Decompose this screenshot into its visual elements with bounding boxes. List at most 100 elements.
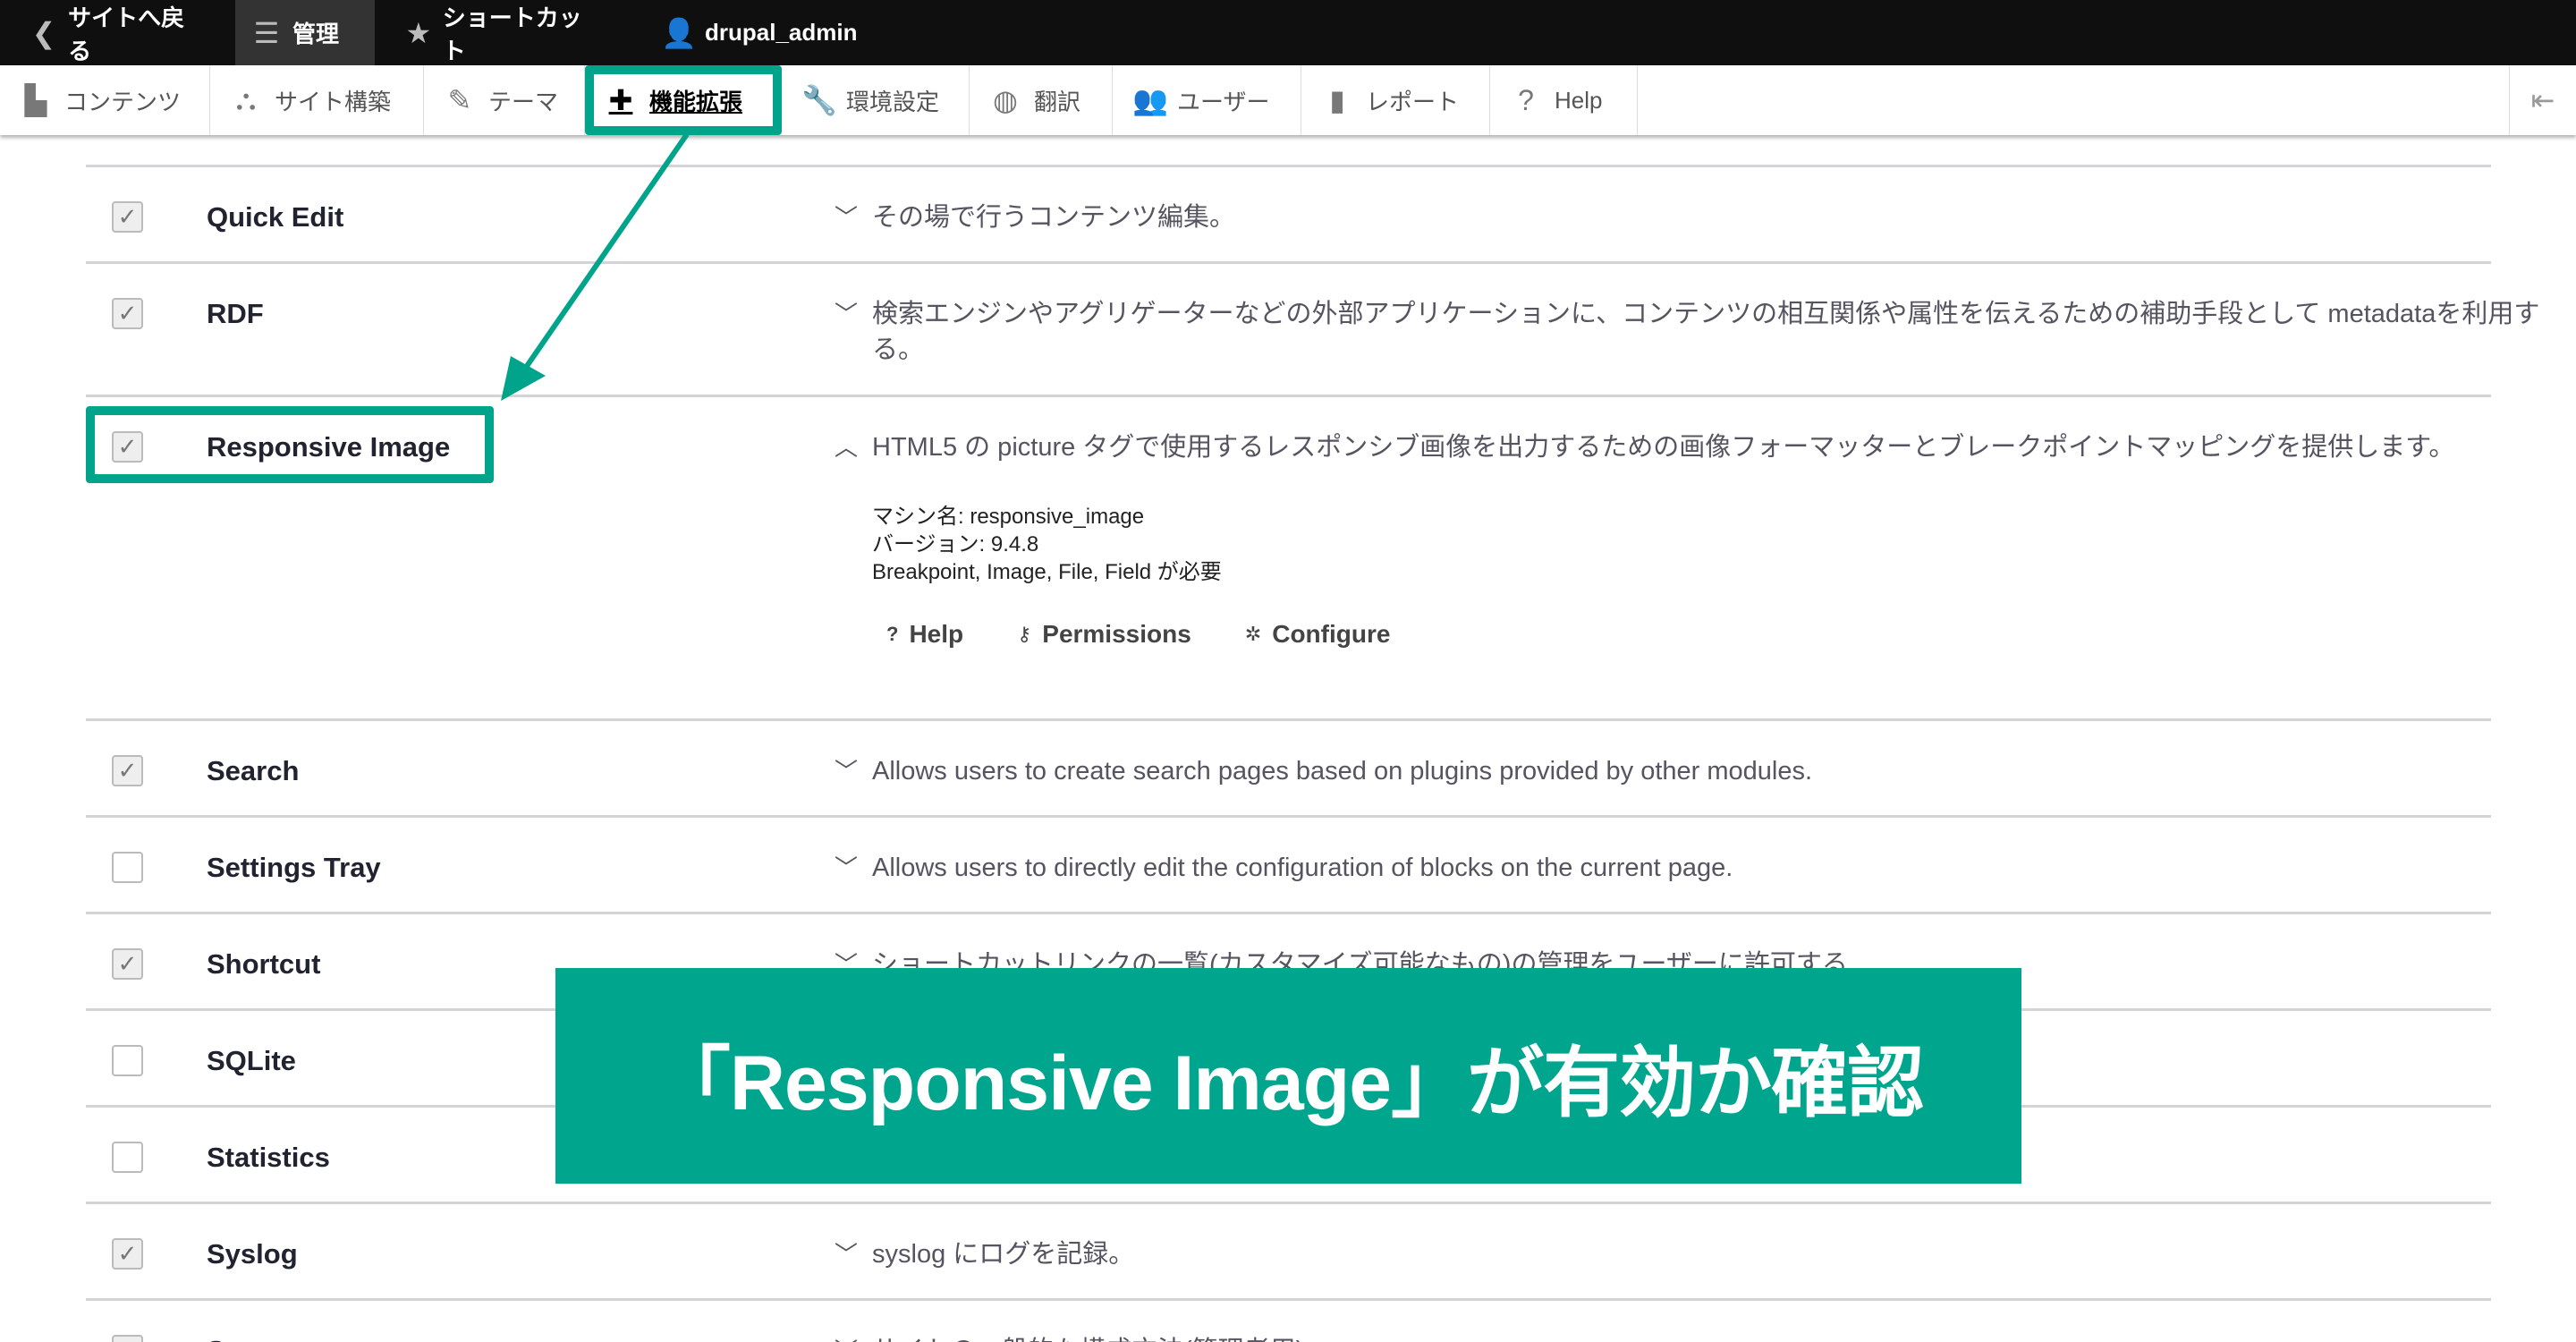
highlight-box: [86, 406, 494, 483]
module-checkbox[interactable]: [112, 1142, 143, 1173]
chart-icon: ▮: [1329, 84, 1345, 116]
tray-item-6[interactable]: 👥 ユーザー: [1113, 65, 1301, 135]
chevron-down-icon[interactable]: ﹀: [835, 850, 858, 886]
module-name[interactable]: Statistics: [207, 1140, 330, 1176]
module-checkbox[interactable]: ✓: [112, 1335, 143, 1342]
module-description[interactable]: ﹀ その場で行うコンテンツ編集。: [835, 200, 2545, 235]
module-row: ✓ Search ﹀ Allows users to create search p…: [86, 721, 2491, 818]
module-description[interactable]: ︿ HTML5 の picture タグで使用するレスポンシブ画像を出力するための…: [835, 429, 2545, 652]
help-icon: ?: [1518, 83, 1534, 116]
tray-item-label: テーマ: [488, 88, 559, 115]
collapse-icon: ⇤: [2530, 84, 2555, 116]
machine-name: マシン名: responsive_image: [872, 505, 1145, 529]
puzzle-icon: ✚: [608, 84, 633, 116]
toolbar-item-2[interactable]: ★ ショートカット: [391, 0, 599, 65]
tray-item-label: 環境設定: [846, 88, 940, 115]
module-description[interactable]: ﹀ Allows users to directly edit the confi…: [835, 850, 2545, 886]
brush-icon: ✎: [447, 84, 472, 116]
chevron-down-icon[interactable]: ﹀: [835, 1236, 858, 1272]
module-row: ✓ Quick Edit ﹀ その場で行うコンテンツ編集。: [86, 167, 2491, 264]
tray-item-2[interactable]: ✎ テーマ: [424, 65, 585, 135]
module-link-permissions[interactable]: ⚷ Permissions: [1017, 616, 1191, 652]
module-description[interactable]: ﹀ 検索エンジンやアグリゲーターなどの外部アプリケーションに、コンテンツの相互関係…: [835, 296, 2545, 368]
toolbar-item-label: 管理: [292, 21, 340, 47]
description-text: syslog にログを記録。: [872, 1240, 1135, 1269]
toolbar-item-1[interactable]: ☰ 管理: [235, 0, 375, 65]
annotation-text: 「Responsive Image」が有効か確認: [653, 1040, 1924, 1126]
star-icon: ★: [405, 16, 432, 49]
user-icon: 👤: [661, 16, 697, 49]
module-row: ✓ System﹀サイトの一般的な構成方法(管理者用): [86, 1301, 2491, 1342]
description-text: HTML5 の picture タグで使用するレスポンシブ画像を出力するための画…: [872, 433, 2455, 462]
tray-item-label: サイト構築: [275, 88, 392, 115]
tray-item-7[interactable]: ▮ レポート: [1301, 65, 1490, 135]
tray-item-label: レポート: [1366, 88, 1460, 115]
module-link-configure[interactable]: ✲ Configure: [1245, 616, 1391, 652]
help-icon: ?: [886, 623, 899, 645]
tray-item-label: 機能拡張: [649, 88, 743, 115]
link-label: Help: [909, 620, 964, 648]
tray-item-label: 翻訳: [1034, 88, 1081, 115]
orientation-toggle-button[interactable]: ⇤: [2509, 65, 2576, 135]
module-name[interactable]: Syslog: [207, 1236, 298, 1272]
tray-item-label: ユーザー: [1177, 88, 1270, 115]
version: バージョン: 9.4.8: [872, 532, 1039, 556]
module-row: ✓ RDF ﹀ 検索エンジンやアグリゲーターなどの外部アプリケーションに、コンテンツ…: [86, 264, 2539, 397]
key-icon: ⚷: [1017, 623, 1032, 645]
toolbar-item-label: drupal_admin: [705, 19, 858, 46]
admin-toolbar: ❮ サイトへ戻る ☰ 管理 ★ ショートカット 👤 drupal_admin: [0, 0, 2576, 65]
module-name[interactable]: Settings Tray: [207, 850, 381, 886]
globe-icon: ◍: [993, 84, 1018, 116]
description-text: その場で行うコンテンツ編集。: [872, 203, 1236, 232]
file-icon: ▙: [24, 84, 47, 116]
requires: Breakpoint, Image, File, Field が必要: [872, 560, 1222, 584]
module-checkbox[interactable]: ✓: [112, 755, 143, 786]
link-label: Permissions: [1042, 620, 1191, 648]
module-checkbox[interactable]: [112, 1045, 143, 1076]
tray-item-1[interactable]: ⛬ サイト構築: [210, 65, 424, 135]
tray-item-label: コンテンツ: [64, 88, 182, 115]
description-text: Allows users to directly edit the config…: [872, 854, 1733, 882]
tray-item-8[interactable]: ? Help: [1490, 65, 1638, 135]
module-name[interactable]: Quick Edit: [207, 200, 343, 235]
toolbar-item-0[interactable]: ❮ サイトへ戻る: [16, 0, 206, 65]
module-name[interactable]: RDF: [207, 296, 264, 332]
module-checkbox[interactable]: ✓: [112, 948, 143, 980]
description-text: Allows users to create search pages base…: [872, 757, 1813, 786]
module-checkbox[interactable]: ✓: [112, 298, 143, 329]
tray-item-3[interactable]: ✚ 機能拡張: [585, 65, 782, 135]
link-label: Configure: [1272, 620, 1391, 648]
module-row: Settings Tray ﹀ Allows users to directly e…: [86, 818, 2491, 914]
wrench-icon: 🔧: [801, 84, 837, 116]
chevron-down-icon[interactable]: ﹀: [835, 296, 858, 332]
people-icon: 👥: [1132, 84, 1168, 116]
description-text: 検索エンジンやアグリゲーターなどの外部アプリケーションに、コンテンツの相互関係や…: [872, 300, 2540, 364]
toolbar-item-3[interactable]: 👤 drupal_admin: [649, 0, 860, 65]
module-name[interactable]: System: [207, 1333, 305, 1342]
module-description[interactable]: ﹀ Allows users to create search pages bas…: [835, 753, 2545, 789]
structure-icon: ⛬: [235, 83, 257, 115]
tray-item-0[interactable]: ▙ コンテンツ: [0, 65, 210, 135]
module-checkbox[interactable]: ✓: [112, 201, 143, 233]
module-link-help[interactable]: ? Help: [886, 616, 963, 652]
module-checkbox[interactable]: ✓: [112, 1238, 143, 1270]
module-row: ✓ Syslog ﹀ syslog にログを記録。: [86, 1204, 2491, 1301]
gear-icon: ✲: [1244, 623, 1262, 645]
module-description[interactable]: ﹀ サイトの一般的な構成方法(管理者用): [835, 1333, 2545, 1342]
module-name[interactable]: Shortcut: [207, 947, 320, 982]
chevron-down-icon[interactable]: ﹀: [835, 1333, 858, 1342]
chevron-up-icon[interactable]: ︿: [835, 429, 858, 465]
chevron-down-icon[interactable]: ﹀: [835, 753, 858, 789]
module-name[interactable]: Search: [207, 753, 299, 789]
module-description[interactable]: ﹀ syslog にログを記録。: [835, 1236, 2545, 1272]
module-name[interactable]: SQLite: [207, 1043, 296, 1079]
back-icon: ❮: [31, 16, 56, 49]
tray-item-4[interactable]: 🔧 環境設定: [782, 65, 970, 135]
tray-item-5[interactable]: ◍ 翻訳: [970, 65, 1113, 135]
toolbar-item-label: ショートカット: [442, 4, 582, 64]
annotation-banner: 「Responsive Image」が有効か確認: [555, 968, 2021, 1184]
chevron-down-icon[interactable]: ﹀: [835, 200, 858, 235]
toolbar-item-label: サイトへ戻る: [68, 4, 185, 64]
menu-icon: ☰: [253, 16, 280, 49]
module-checkbox[interactable]: [112, 852, 143, 883]
